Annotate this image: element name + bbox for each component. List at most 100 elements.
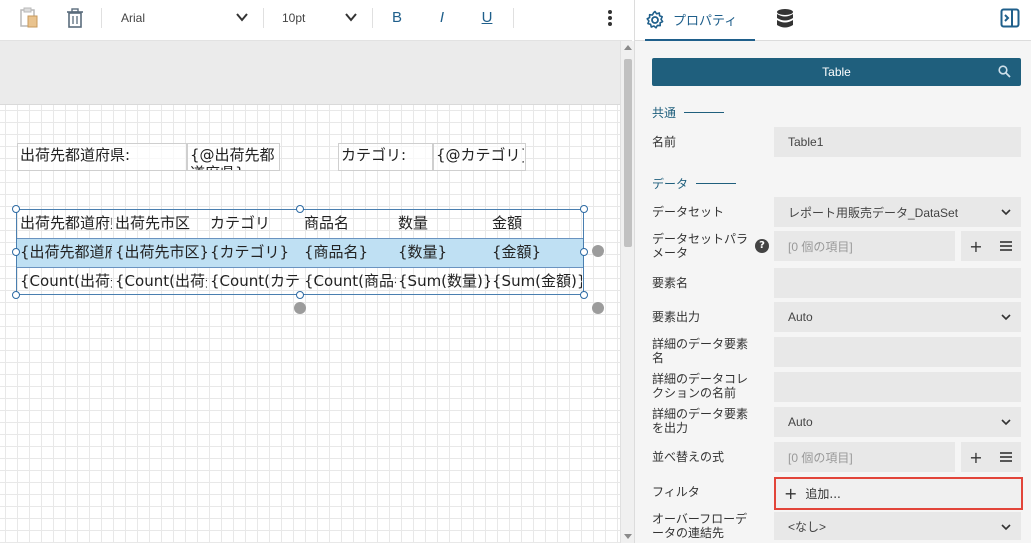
panel-tabs: プロパティ [635, 0, 1031, 41]
prefecture-param: {@出荷先都道府県} [190, 146, 275, 170]
element-output-select[interactable]: Auto [774, 302, 1021, 332]
element-name-field[interactable] [774, 268, 1021, 298]
table-cell[interactable]: 出荷先都道府県 [20, 214, 112, 234]
report-page[interactable]: 出荷先都道府県: {@出荷先都道府県} カテゴリ: {@カテゴリ} 出荷先都道府… [0, 105, 620, 543]
detail-element-name-field[interactable] [774, 337, 1021, 367]
table-cell[interactable]: {Sum(金額)} [492, 272, 582, 292]
database-icon [777, 9, 793, 28]
resize-handle[interactable] [580, 205, 588, 213]
name-field[interactable]: Table1 [774, 127, 1021, 157]
toolbar-separator [101, 8, 102, 28]
dataset-select[interactable]: レポート用販売データ_DataSet [774, 197, 1021, 227]
table-cell[interactable]: 数量 [398, 214, 490, 232]
underline-button[interactable]: U [475, 6, 499, 30]
toolbar-separator [372, 8, 373, 28]
table-cell[interactable]: {金額} [492, 243, 582, 261]
add-sort-button[interactable]: + [961, 442, 991, 472]
sort-field[interactable]: [0 個の項目] [774, 442, 955, 472]
page-header-area [0, 41, 620, 105]
resize-handle[interactable] [580, 291, 588, 299]
table-cell[interactable]: {Count(出荷先都道府県)} [20, 272, 112, 292]
tab-data[interactable] [775, 8, 799, 32]
report-designer: Arial 10pt B I U 出荷先都道府県: {@出荷先都道府県} カテゴ… [0, 0, 1031, 543]
table-cell[interactable]: {出荷先市区} [115, 243, 207, 263]
table-cell[interactable]: {カテゴリ} [210, 243, 302, 261]
bold-button[interactable]: B [385, 6, 409, 30]
list-sort-button[interactable] [991, 442, 1021, 472]
overflow-value: <なし> [788, 519, 827, 534]
section-common: 共通 [652, 104, 725, 121]
font-size-select[interactable]: 10pt [282, 6, 358, 30]
element-name-label: 要素名 [652, 276, 689, 290]
tab-properties-label: プロパティ [673, 14, 738, 29]
overflow-label: オーバーフローデータの連結先 [652, 512, 748, 540]
delete-icon[interactable] [63, 6, 87, 30]
section-common-label: 共通 [652, 106, 677, 120]
section-divider [696, 183, 737, 184]
design-canvas[interactable]: 出荷先都道府県: {@出荷先都道府県} カテゴリ: {@カテゴリ} 出荷先都道府… [0, 41, 620, 543]
table-cell[interactable]: {Sum(数量)} [398, 272, 490, 292]
dataset-params-field[interactable]: [0 個の項目] [774, 231, 955, 261]
table-cell[interactable]: {Count(出荷先市区)} [115, 272, 207, 292]
table-cell[interactable]: {数量} [398, 243, 490, 261]
detail-element-output-label: 詳細のデータ要素を出力 [652, 407, 749, 435]
selected-item-label: Table [822, 65, 851, 79]
table-cell[interactable]: 商品名 [304, 214, 396, 232]
table-header-row[interactable]: 出荷先都道府県 出荷先市区 カテゴリ 商品名 数量 金額 [17, 210, 583, 238]
resize-handle[interactable] [12, 205, 20, 213]
scroll-up-icon[interactable] [624, 45, 632, 50]
detail-element-name-label: 詳細のデータ要素名 [652, 337, 749, 365]
overflow-select[interactable]: <なし> [774, 512, 1021, 540]
chevron-down-icon [1001, 524, 1011, 531]
selected-item-button[interactable]: Table [652, 58, 1021, 86]
table-cell[interactable]: {商品名} [304, 243, 396, 261]
detail-collection-field[interactable] [774, 372, 1021, 402]
column-handle[interactable] [294, 302, 306, 314]
resize-handle[interactable] [580, 248, 588, 256]
italic-button[interactable]: I [430, 6, 454, 30]
more-options-icon[interactable] [600, 6, 620, 30]
plus-icon: + [784, 484, 798, 503]
category-label: カテゴリ: [341, 146, 407, 164]
table-cell[interactable]: 金額 [492, 214, 582, 232]
table-cell[interactable]: 出荷先市区 [115, 214, 207, 232]
font-family-select[interactable]: Arial [121, 6, 249, 30]
list-params-button[interactable] [991, 231, 1021, 261]
scroll-down-icon[interactable] [624, 534, 632, 539]
menu-icon [1000, 241, 1012, 251]
toolbar-separator [513, 8, 514, 28]
corner-handle[interactable] [592, 302, 604, 314]
font-family-value: Arial [121, 11, 146, 25]
resize-handle[interactable] [12, 291, 20, 299]
add-filter-button[interactable]: + 追加... [774, 477, 1023, 510]
dataset-value: レポート用販売データ_DataSet [788, 205, 959, 220]
canvas-scrollbar[interactable] [620, 41, 634, 543]
detail-element-output-select[interactable]: Auto [774, 407, 1021, 437]
resize-handle[interactable] [296, 291, 304, 299]
collapse-panel-icon[interactable] [1000, 8, 1022, 30]
table-cell[interactable]: {Count(カテゴリ)} [210, 272, 302, 292]
resize-handle[interactable] [12, 248, 20, 256]
detail-element-output-value: Auto [788, 415, 813, 429]
menu-icon [1000, 452, 1012, 462]
table-cell[interactable]: カテゴリ [210, 214, 302, 232]
help-icon[interactable]: ? [755, 239, 769, 253]
add-param-button[interactable]: + [961, 231, 991, 261]
search-icon[interactable] [998, 65, 1011, 78]
tab-properties[interactable]: プロパティ [645, 0, 755, 41]
section-divider [684, 112, 725, 113]
chevron-down-icon [1001, 419, 1011, 426]
table-detail-row[interactable]: {出荷先都道府県} {出荷先市区} {カテゴリ} {商品名} {数量} {金額} [17, 239, 583, 267]
scroll-thumb[interactable] [624, 59, 632, 247]
table-cell[interactable]: {出荷先都道府県} [20, 243, 112, 263]
detail-collection-label: 詳細のデータコレクションの名前 [652, 372, 749, 400]
resize-handle[interactable] [296, 205, 304, 213]
table-cell[interactable]: {Count(商品名)} [304, 272, 396, 292]
element-output-value: Auto [788, 310, 813, 324]
report-table[interactable]: 出荷先都道府県 出荷先市区 カテゴリ 商品名 数量 金額 {出荷先都道府県} {… [16, 209, 584, 295]
paste-icon[interactable] [16, 6, 42, 30]
name-label: 名前 [652, 135, 677, 149]
row-handle[interactable] [592, 245, 604, 257]
properties-panel: プロパティ Table 共通 名前 Table1 データ データセット レポート… [634, 0, 1031, 543]
font-size-value: 10pt [282, 11, 306, 25]
